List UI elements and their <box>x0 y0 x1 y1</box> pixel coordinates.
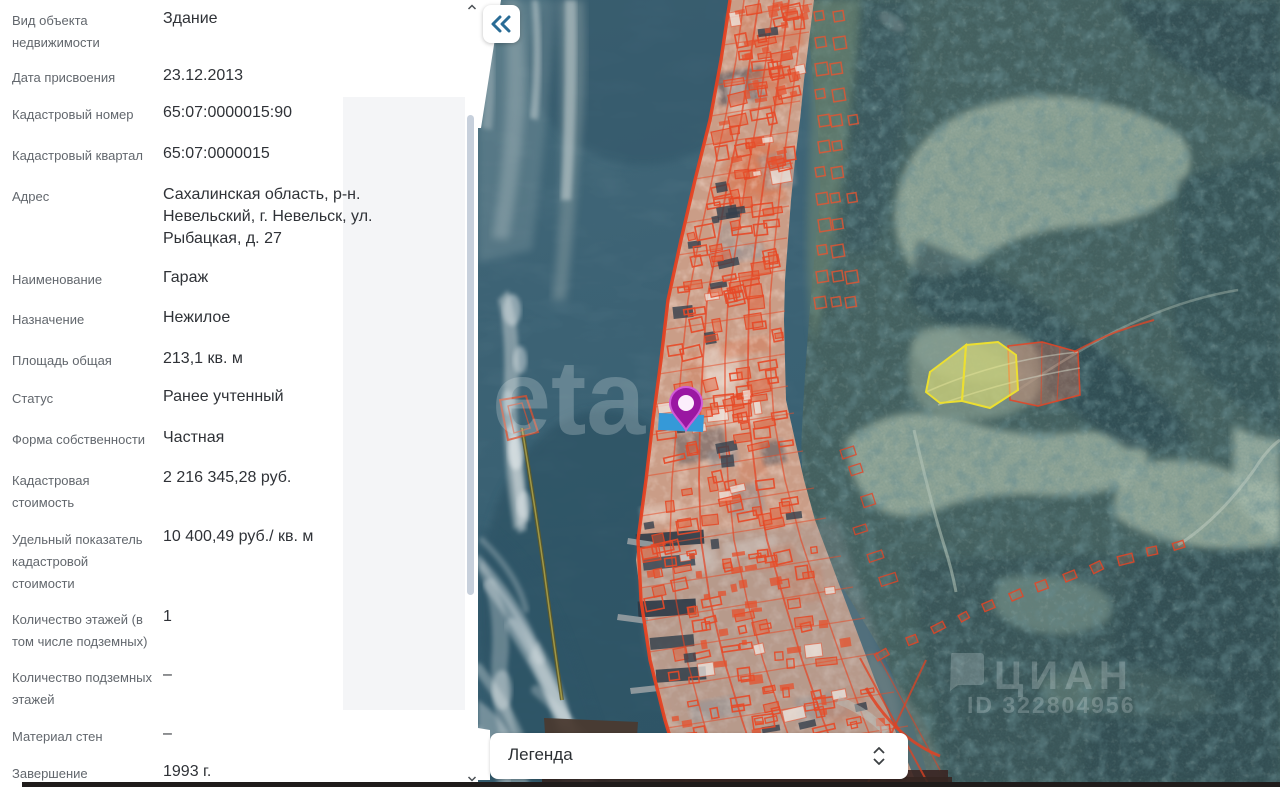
svg-text:eta: eta <box>492 339 646 457</box>
svg-text:ID 322804956: ID 322804956 <box>967 692 1136 718</box>
